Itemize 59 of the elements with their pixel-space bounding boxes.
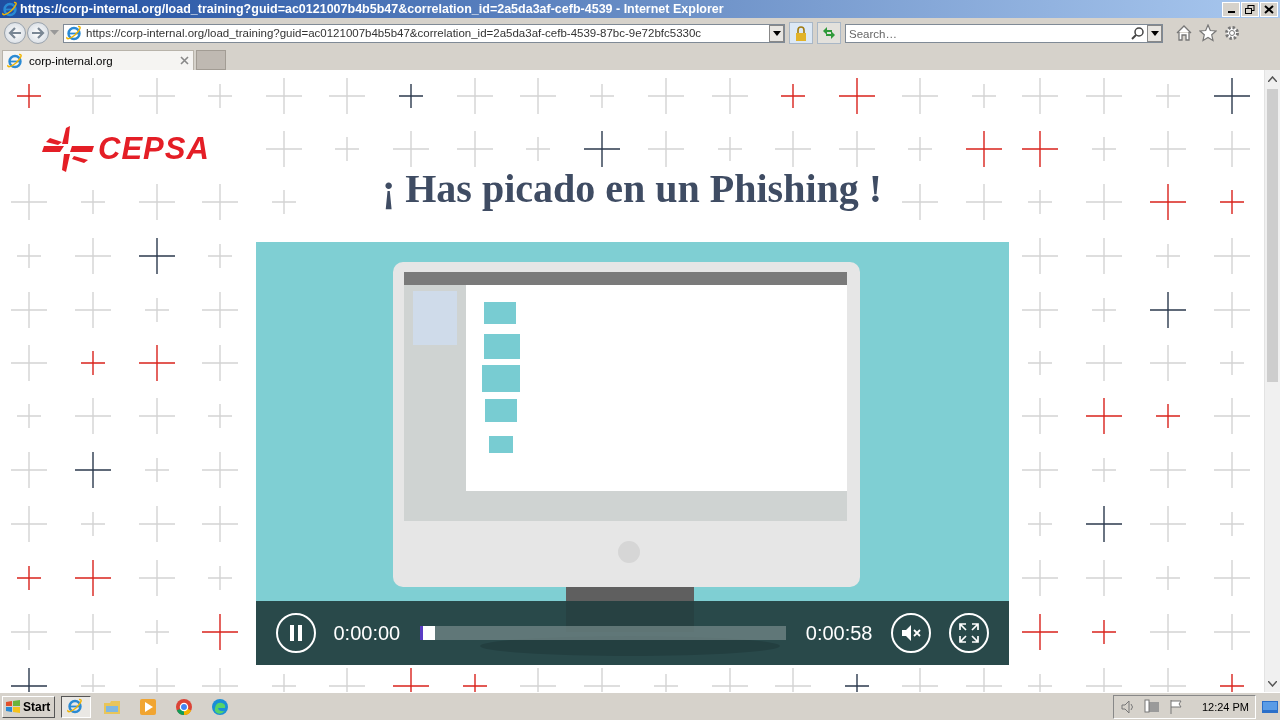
search-field[interactable]: Search… <box>845 24 1163 43</box>
fullscreen-button[interactable] <box>948 613 989 653</box>
search-icon[interactable] <box>1131 26 1144 40</box>
up-caret-icon <box>1268 75 1277 82</box>
caret-icon <box>772 30 781 36</box>
page-icon <box>7 52 23 69</box>
show-desktop-icon[interactable] <box>1262 699 1278 714</box>
restore-icon <box>1245 4 1255 14</box>
padlock-icon <box>795 25 807 41</box>
clock[interactable]: 12:24 PM <box>1201 700 1249 713</box>
scrollbar[interactable] <box>1264 70 1280 692</box>
minimize-button[interactable] <box>1222 1 1240 17</box>
seek-bar[interactable] <box>420 626 786 640</box>
address-field[interactable]: https://corp-internal.org/load_training?guid=ac0121007b4b5b47&correlation_id=2a5da3af-cefb-4539-87bc-9e72bfc5330c <box>63 23 785 43</box>
settings-icon <box>1223 24 1241 42</box>
close-icon <box>1264 4 1274 14</box>
refresh-arrows-icon <box>821 26 837 40</box>
home-button[interactable] <box>1175 24 1193 42</box>
speaker-icon[interactable] <box>1119 698 1136 715</box>
forward-button[interactable] <box>27 22 49 44</box>
windows-flag-icon <box>5 698 21 715</box>
page-icon <box>66 25 82 41</box>
volume-button[interactable] <box>890 613 931 653</box>
close-icon[interactable] <box>180 56 189 65</box>
right-arrow-icon <box>31 27 45 39</box>
caret-icon <box>1150 30 1159 36</box>
company-logo: CEPSA <box>98 131 210 167</box>
restore-button[interactable] <box>1241 1 1259 17</box>
edge-icon <box>211 697 230 716</box>
flag-icon[interactable] <box>1167 698 1184 715</box>
chrome-icon <box>175 697 194 716</box>
window-title: https://corp-internal.org/load_training?guid=ac0121007b4b5b47&correlation_id=2a5da3af-cefb-4539 - Internet Explorer <box>20 2 725 16</box>
current-time: 0:00:00 <box>333 621 401 645</box>
logo-mark-icon <box>42 126 94 172</box>
pause-button[interactable] <box>275 613 316 653</box>
refresh-button[interactable] <box>817 22 841 44</box>
close-button[interactable] <box>1260 1 1278 17</box>
left-arrow-icon <box>8 27 22 39</box>
favorites-star-icon <box>1199 24 1217 42</box>
browser-taskbar-button[interactable] <box>61 695 92 718</box>
back-button[interactable] <box>4 22 26 44</box>
address-dropdown-button[interactable] <box>769 24 784 42</box>
media-player-icon <box>139 697 158 716</box>
duration: 0:00:58 <box>805 621 873 645</box>
security-lock-button[interactable] <box>789 22 813 44</box>
browser-tab[interactable]: corp-internal.org <box>2 50 194 70</box>
favorites-star-button[interactable] <box>1199 24 1217 42</box>
network-computer-icon[interactable] <box>1143 698 1160 715</box>
pause-icon <box>287 624 304 642</box>
page-heading: ¡ Has picado en un Phishing ! <box>381 164 883 212</box>
down-caret-icon <box>1268 680 1277 687</box>
start-button[interactable]: Start <box>2 695 56 718</box>
home-icon <box>1175 24 1193 42</box>
minimize-icon <box>1227 10 1235 13</box>
scrollbar-thumb[interactable] <box>1267 89 1278 382</box>
expand-arrows-icon <box>958 623 979 643</box>
settings-button[interactable] <box>1223 24 1241 42</box>
muted-speaker-icon <box>899 624 922 642</box>
browser-logo-icon <box>2 1 18 17</box>
